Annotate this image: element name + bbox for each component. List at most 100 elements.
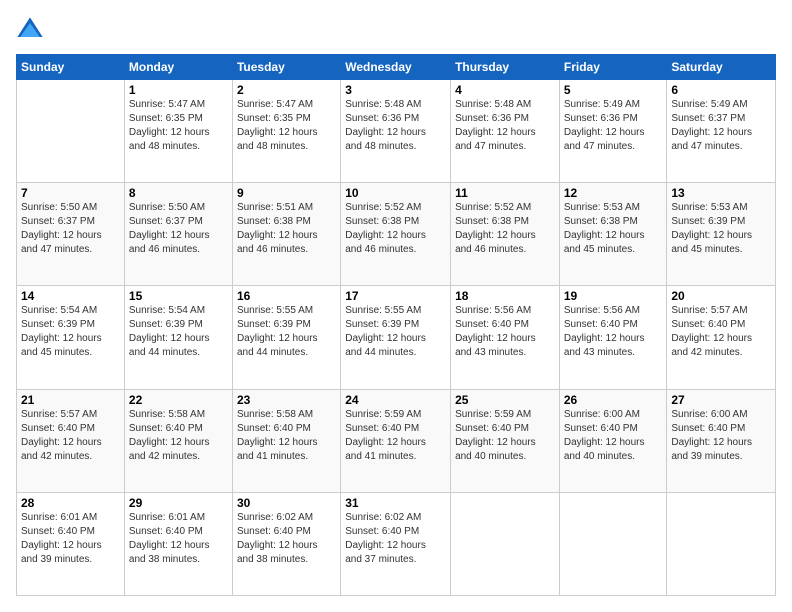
day-info: Sunrise: 5:52 AM Sunset: 6:38 PM Dayligh… — [345, 201, 446, 257]
day-cell: 17Sunrise: 5:55 AM Sunset: 6:39 PM Dayli… — [341, 286, 451, 389]
day-cell: 6Sunrise: 5:49 AM Sunset: 6:37 PM Daylig… — [667, 80, 776, 183]
day-header-thursday: Thursday — [451, 55, 560, 80]
day-number: 19 — [564, 289, 663, 303]
day-info: Sunrise: 6:01 AM Sunset: 6:40 PM Dayligh… — [129, 511, 228, 567]
day-info: Sunrise: 5:54 AM Sunset: 6:39 PM Dayligh… — [21, 304, 120, 360]
day-number: 5 — [564, 83, 663, 97]
day-info: Sunrise: 5:48 AM Sunset: 6:36 PM Dayligh… — [455, 98, 555, 154]
day-info: Sunrise: 5:52 AM Sunset: 6:38 PM Dayligh… — [455, 201, 555, 257]
day-number: 26 — [564, 393, 663, 407]
day-cell: 14Sunrise: 5:54 AM Sunset: 6:39 PM Dayli… — [17, 286, 125, 389]
day-header-friday: Friday — [559, 55, 667, 80]
day-info: Sunrise: 5:56 AM Sunset: 6:40 PM Dayligh… — [455, 304, 555, 360]
day-info: Sunrise: 5:50 AM Sunset: 6:37 PM Dayligh… — [21, 201, 120, 257]
day-number: 14 — [21, 289, 120, 303]
day-cell: 28Sunrise: 6:01 AM Sunset: 6:40 PM Dayli… — [17, 492, 125, 595]
day-number: 27 — [671, 393, 771, 407]
day-info: Sunrise: 5:50 AM Sunset: 6:37 PM Dayligh… — [129, 201, 228, 257]
week-row-5: 28Sunrise: 6:01 AM Sunset: 6:40 PM Dayli… — [17, 492, 776, 595]
day-number: 9 — [237, 186, 336, 200]
logo — [16, 16, 48, 44]
day-info: Sunrise: 5:53 AM Sunset: 6:38 PM Dayligh… — [564, 201, 663, 257]
day-cell: 12Sunrise: 5:53 AM Sunset: 6:38 PM Dayli… — [559, 183, 667, 286]
day-header-wednesday: Wednesday — [341, 55, 451, 80]
day-cell: 11Sunrise: 5:52 AM Sunset: 6:38 PM Dayli… — [451, 183, 560, 286]
day-info: Sunrise: 6:00 AM Sunset: 6:40 PM Dayligh… — [564, 408, 663, 464]
day-info: Sunrise: 5:54 AM Sunset: 6:39 PM Dayligh… — [129, 304, 228, 360]
day-number: 28 — [21, 496, 120, 510]
week-row-2: 7Sunrise: 5:50 AM Sunset: 6:37 PM Daylig… — [17, 183, 776, 286]
day-number: 29 — [129, 496, 228, 510]
calendar-table: SundayMondayTuesdayWednesdayThursdayFrid… — [16, 54, 776, 596]
day-info: Sunrise: 5:47 AM Sunset: 6:35 PM Dayligh… — [129, 98, 228, 154]
day-number: 2 — [237, 83, 336, 97]
day-number: 7 — [21, 186, 120, 200]
day-number: 1 — [129, 83, 228, 97]
week-row-1: 1Sunrise: 5:47 AM Sunset: 6:35 PM Daylig… — [17, 80, 776, 183]
day-number: 13 — [671, 186, 771, 200]
day-cell: 7Sunrise: 5:50 AM Sunset: 6:37 PM Daylig… — [17, 183, 125, 286]
day-cell — [559, 492, 667, 595]
day-number: 31 — [345, 496, 446, 510]
day-info: Sunrise: 5:58 AM Sunset: 6:40 PM Dayligh… — [129, 408, 228, 464]
day-cell: 10Sunrise: 5:52 AM Sunset: 6:38 PM Dayli… — [341, 183, 451, 286]
day-info: Sunrise: 5:57 AM Sunset: 6:40 PM Dayligh… — [21, 408, 120, 464]
page: SundayMondayTuesdayWednesdayThursdayFrid… — [0, 0, 792, 612]
day-cell — [667, 492, 776, 595]
day-info: Sunrise: 6:02 AM Sunset: 6:40 PM Dayligh… — [237, 511, 336, 567]
day-number: 11 — [455, 186, 555, 200]
day-number: 3 — [345, 83, 446, 97]
day-info: Sunrise: 5:57 AM Sunset: 6:40 PM Dayligh… — [671, 304, 771, 360]
day-number: 10 — [345, 186, 446, 200]
day-cell: 1Sunrise: 5:47 AM Sunset: 6:35 PM Daylig… — [124, 80, 232, 183]
week-row-4: 21Sunrise: 5:57 AM Sunset: 6:40 PM Dayli… — [17, 389, 776, 492]
day-info: Sunrise: 5:56 AM Sunset: 6:40 PM Dayligh… — [564, 304, 663, 360]
day-cell: 21Sunrise: 5:57 AM Sunset: 6:40 PM Dayli… — [17, 389, 125, 492]
day-number: 23 — [237, 393, 336, 407]
day-cell: 9Sunrise: 5:51 AM Sunset: 6:38 PM Daylig… — [232, 183, 340, 286]
day-header-sunday: Sunday — [17, 55, 125, 80]
day-cell: 2Sunrise: 5:47 AM Sunset: 6:35 PM Daylig… — [232, 80, 340, 183]
day-header-tuesday: Tuesday — [232, 55, 340, 80]
day-info: Sunrise: 5:49 AM Sunset: 6:36 PM Dayligh… — [564, 98, 663, 154]
day-header-saturday: Saturday — [667, 55, 776, 80]
day-info: Sunrise: 5:55 AM Sunset: 6:39 PM Dayligh… — [237, 304, 336, 360]
day-cell: 22Sunrise: 5:58 AM Sunset: 6:40 PM Dayli… — [124, 389, 232, 492]
day-cell: 3Sunrise: 5:48 AM Sunset: 6:36 PM Daylig… — [341, 80, 451, 183]
day-number: 25 — [455, 393, 555, 407]
day-cell: 30Sunrise: 6:02 AM Sunset: 6:40 PM Dayli… — [232, 492, 340, 595]
day-cell: 19Sunrise: 5:56 AM Sunset: 6:40 PM Dayli… — [559, 286, 667, 389]
day-number: 24 — [345, 393, 446, 407]
day-cell: 20Sunrise: 5:57 AM Sunset: 6:40 PM Dayli… — [667, 286, 776, 389]
day-info: Sunrise: 5:58 AM Sunset: 6:40 PM Dayligh… — [237, 408, 336, 464]
day-cell — [17, 80, 125, 183]
day-info: Sunrise: 6:00 AM Sunset: 6:40 PM Dayligh… — [671, 408, 771, 464]
day-cell: 31Sunrise: 6:02 AM Sunset: 6:40 PM Dayli… — [341, 492, 451, 595]
day-number: 21 — [21, 393, 120, 407]
day-info: Sunrise: 6:01 AM Sunset: 6:40 PM Dayligh… — [21, 511, 120, 567]
day-cell: 18Sunrise: 5:56 AM Sunset: 6:40 PM Dayli… — [451, 286, 560, 389]
header — [16, 16, 776, 44]
day-info: Sunrise: 5:49 AM Sunset: 6:37 PM Dayligh… — [671, 98, 771, 154]
day-info: Sunrise: 5:51 AM Sunset: 6:38 PM Dayligh… — [237, 201, 336, 257]
day-number: 15 — [129, 289, 228, 303]
day-cell: 27Sunrise: 6:00 AM Sunset: 6:40 PM Dayli… — [667, 389, 776, 492]
day-number: 20 — [671, 289, 771, 303]
day-cell: 16Sunrise: 5:55 AM Sunset: 6:39 PM Dayli… — [232, 286, 340, 389]
day-number: 18 — [455, 289, 555, 303]
day-number: 8 — [129, 186, 228, 200]
day-number: 22 — [129, 393, 228, 407]
day-cell: 8Sunrise: 5:50 AM Sunset: 6:37 PM Daylig… — [124, 183, 232, 286]
day-info: Sunrise: 5:59 AM Sunset: 6:40 PM Dayligh… — [345, 408, 446, 464]
logo-icon — [16, 16, 44, 44]
day-info: Sunrise: 6:02 AM Sunset: 6:40 PM Dayligh… — [345, 511, 446, 567]
day-number: 12 — [564, 186, 663, 200]
day-number: 16 — [237, 289, 336, 303]
day-cell: 24Sunrise: 5:59 AM Sunset: 6:40 PM Dayli… — [341, 389, 451, 492]
day-number: 6 — [671, 83, 771, 97]
day-cell: 29Sunrise: 6:01 AM Sunset: 6:40 PM Dayli… — [124, 492, 232, 595]
day-cell — [451, 492, 560, 595]
day-info: Sunrise: 5:59 AM Sunset: 6:40 PM Dayligh… — [455, 408, 555, 464]
day-cell: 15Sunrise: 5:54 AM Sunset: 6:39 PM Dayli… — [124, 286, 232, 389]
week-row-3: 14Sunrise: 5:54 AM Sunset: 6:39 PM Dayli… — [17, 286, 776, 389]
